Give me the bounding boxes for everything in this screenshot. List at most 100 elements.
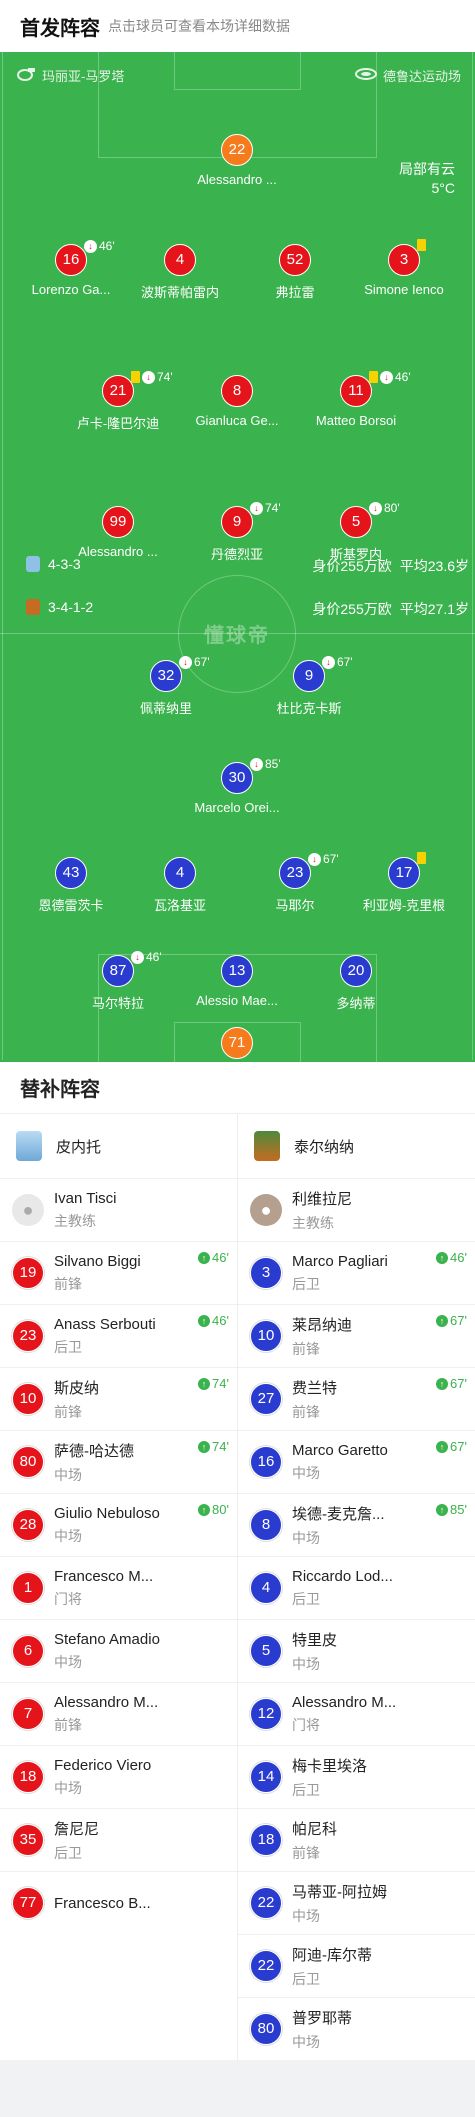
sub-player-number: 5	[250, 1635, 282, 1667]
sub-player-row[interactable]: 6 Stefano Amadio 中场	[0, 1619, 237, 1682]
sub-player-row[interactable]: 5 特里皮 中场	[238, 1619, 475, 1682]
sub-player-name: Anass Serbouti	[54, 1315, 156, 1333]
player-marker[interactable]: 11 ↓ 46' Matteo Borsoi	[291, 370, 421, 428]
sub-player-position: 中场	[292, 2033, 320, 2050]
sub-player-number: 7	[12, 1698, 44, 1730]
sub-player-number: 27	[250, 1383, 282, 1415]
sub-time: 46'	[395, 370, 411, 384]
sub-in-indicator: ↑ 46'	[198, 1250, 229, 1265]
lineup-hint: 点击球员可查看本场详细数据	[108, 18, 290, 34]
player-marker[interactable]: 4 瓦洛基亚	[115, 857, 245, 914]
player-marker[interactable]: 9 ↓ 74' 丹德烈亚	[172, 501, 302, 563]
player-marker[interactable]: 9 ↓ 67' 杜比克卡斯	[244, 655, 374, 717]
player-marker[interactable]: 71达尔泰里奥	[172, 1027, 302, 1062]
player-number: 13	[221, 955, 253, 987]
sub-player-position: 前锋	[54, 1275, 82, 1292]
subs-title: 替补阵容	[0, 1062, 475, 1114]
sub-player-row[interactable]: 14 梅卡里埃洛 后卫	[238, 1745, 475, 1808]
player-events: ↓ 46'	[84, 239, 115, 253]
sub-player-row[interactable]: 16 Marco Garetto 中场 ↑ 67'	[238, 1430, 475, 1493]
player-marker[interactable]: 22 Alessandro ...	[172, 134, 302, 187]
player-marker[interactable]: 20 多纳蒂	[291, 955, 421, 1012]
player-marker[interactable]: 21 ↓ 74' 卢卡-隆巴尔迪	[53, 370, 183, 432]
sub-player-number: 12	[250, 1698, 282, 1730]
away-coach-row[interactable]: ● 利维拉尼 主教练	[238, 1178, 475, 1241]
sub-player-name: 埃德-麦克詹...	[292, 1505, 385, 1523]
referee-info: 玛丽亚-马罗塔	[16, 66, 124, 85]
player-marker[interactable]: 32 ↓ 67' 佩蒂纳里	[101, 655, 231, 717]
sub-player-row[interactable]: 4 Riccardo Lod... 后卫	[238, 1556, 475, 1619]
sub-player-row[interactable]: 8 埃德-麦克詹... 中场 ↑ 85'	[238, 1493, 475, 1556]
player-name: 杜比克卡斯	[276, 701, 342, 716]
home-subs-column: 皮内托 ● Ivan Tisci 主教练 19 Silvano Biggi 前锋 ↑ 4…	[0, 1114, 237, 2060]
sub-player-row[interactable]: 10 莱昂纳迪 前锋 ↑ 67'	[238, 1304, 475, 1367]
sub-player-name: 马蒂亚-阿拉姆	[292, 1883, 387, 1901]
sub-player-number: 80	[250, 2013, 282, 2045]
away-formation: 3-4-1-2	[48, 599, 94, 615]
stadium-info: 德鲁达运动场	[354, 66, 461, 85]
sub-player-row[interactable]: 22 马蒂亚-阿拉姆 中场	[238, 1871, 475, 1934]
sub-player-row[interactable]: 1 Francesco M... 门将	[0, 1556, 237, 1619]
player-number: 22	[221, 134, 253, 166]
sub-player-row[interactable]: 7 Alessandro M... 前锋	[0, 1682, 237, 1745]
player-marker[interactable]: 4 波斯蒂帕雷内	[115, 244, 245, 301]
player-marker[interactable]: 13 Alessio Mae...	[172, 955, 302, 1008]
player-marker[interactable]: 30 ↓ 85' Marcelo Orei...	[172, 757, 302, 815]
player-number: 87	[102, 955, 134, 987]
sub-player-row[interactable]: 28 Giulio Nebuloso 中场 ↑ 80'	[0, 1493, 237, 1556]
player-number: 8	[221, 375, 253, 407]
sub-player-row[interactable]: 80 普罗耶蒂 中场	[238, 1997, 475, 2060]
sub-player-name: 梅卡里埃洛	[292, 1757, 368, 1775]
player-name: Matteo Borsoi	[315, 413, 397, 428]
away-team-badge-icon	[26, 599, 40, 615]
player-marker[interactable]: 99 Alessandro ...	[53, 506, 183, 559]
player-events	[417, 239, 426, 251]
sub-player-number: 23	[12, 1320, 44, 1352]
player-marker[interactable]: 17 利亚姆-克里根	[339, 852, 469, 914]
player-number: 20	[340, 955, 372, 987]
sub-out-icon: ↓	[250, 501, 263, 515]
sub-player-row[interactable]: 18 帕尼科 前锋	[238, 1808, 475, 1871]
sub-player-row[interactable]: 18 Federico Viero 中场	[0, 1745, 237, 1808]
sub-out-icon: ↓	[179, 655, 192, 669]
player-marker[interactable]: 5 ↓ 80' 斯基罗内	[291, 501, 421, 563]
sub-player-row[interactable]: 22 阿迪-库尔蒂 后卫	[238, 1934, 475, 1997]
sub-in-icon: ↑	[436, 1314, 449, 1327]
sub-in-time: 67'	[450, 1313, 467, 1328]
sub-player-row[interactable]: 77 Francesco B...	[0, 1871, 237, 1934]
sub-player-row[interactable]: 19 Silvano Biggi 前锋 ↑ 46'	[0, 1241, 237, 1304]
sub-player-row[interactable]: 35 詹尼尼 后卫	[0, 1808, 237, 1871]
sub-in-icon: ↑	[436, 1503, 449, 1516]
stadium-icon	[354, 67, 377, 84]
sub-player-row[interactable]: 23 Anass Serbouti 后卫 ↑ 46'	[0, 1304, 237, 1367]
sub-player-position: 后卫	[292, 1275, 320, 1292]
sub-player-row[interactable]: 10 斯皮纳 前锋 ↑ 74'	[0, 1367, 237, 1430]
player-name: Alessandro ...	[78, 544, 158, 559]
home-team-row[interactable]: 皮内托	[0, 1114, 237, 1178]
yellow-card-icon	[417, 852, 426, 864]
player-marker[interactable]: 8 Gianluca Ge...	[172, 375, 302, 428]
player-events: ↓ 67'	[308, 852, 339, 866]
player-events: ↓ 46'	[131, 950, 162, 964]
player-name: Simone Ienco	[364, 282, 444, 297]
lineup-title: 首发阵容	[20, 17, 100, 40]
sub-in-icon: ↑	[198, 1251, 211, 1264]
sub-player-position: 后卫	[292, 1590, 320, 1607]
sub-player-name: Alessandro M...	[292, 1693, 397, 1711]
player-name: 马尔特拉	[91, 996, 144, 1011]
sub-player-row[interactable]: 27 费兰特 前锋 ↑ 67'	[238, 1367, 475, 1430]
sub-player-number: 10	[12, 1383, 44, 1415]
player-marker[interactable]: 3 Simone Ienco	[339, 239, 469, 297]
sub-in-indicator: ↑ 67'	[436, 1313, 467, 1328]
sub-player-row[interactable]: 12 Alessandro M... 门将	[238, 1682, 475, 1745]
sub-player-number: 1	[12, 1572, 44, 1604]
sub-player-row[interactable]: 80 萨德-哈达德 中场 ↑ 74'	[0, 1430, 237, 1493]
sub-player-row[interactable]: 3 Marco Pagliari 后卫 ↑ 46'	[238, 1241, 475, 1304]
sub-player-position: 前锋	[54, 1716, 82, 1733]
sub-in-icon: ↑	[198, 1377, 211, 1390]
player-marker[interactable]: 87 ↓ 46' 马尔特拉	[53, 950, 183, 1012]
sub-out-icon: ↓	[322, 655, 335, 669]
home-coach-row[interactable]: ● Ivan Tisci 主教练	[0, 1178, 237, 1241]
away-team-row[interactable]: 泰尔纳纳	[238, 1114, 475, 1178]
sub-in-time: 85'	[450, 1502, 467, 1517]
